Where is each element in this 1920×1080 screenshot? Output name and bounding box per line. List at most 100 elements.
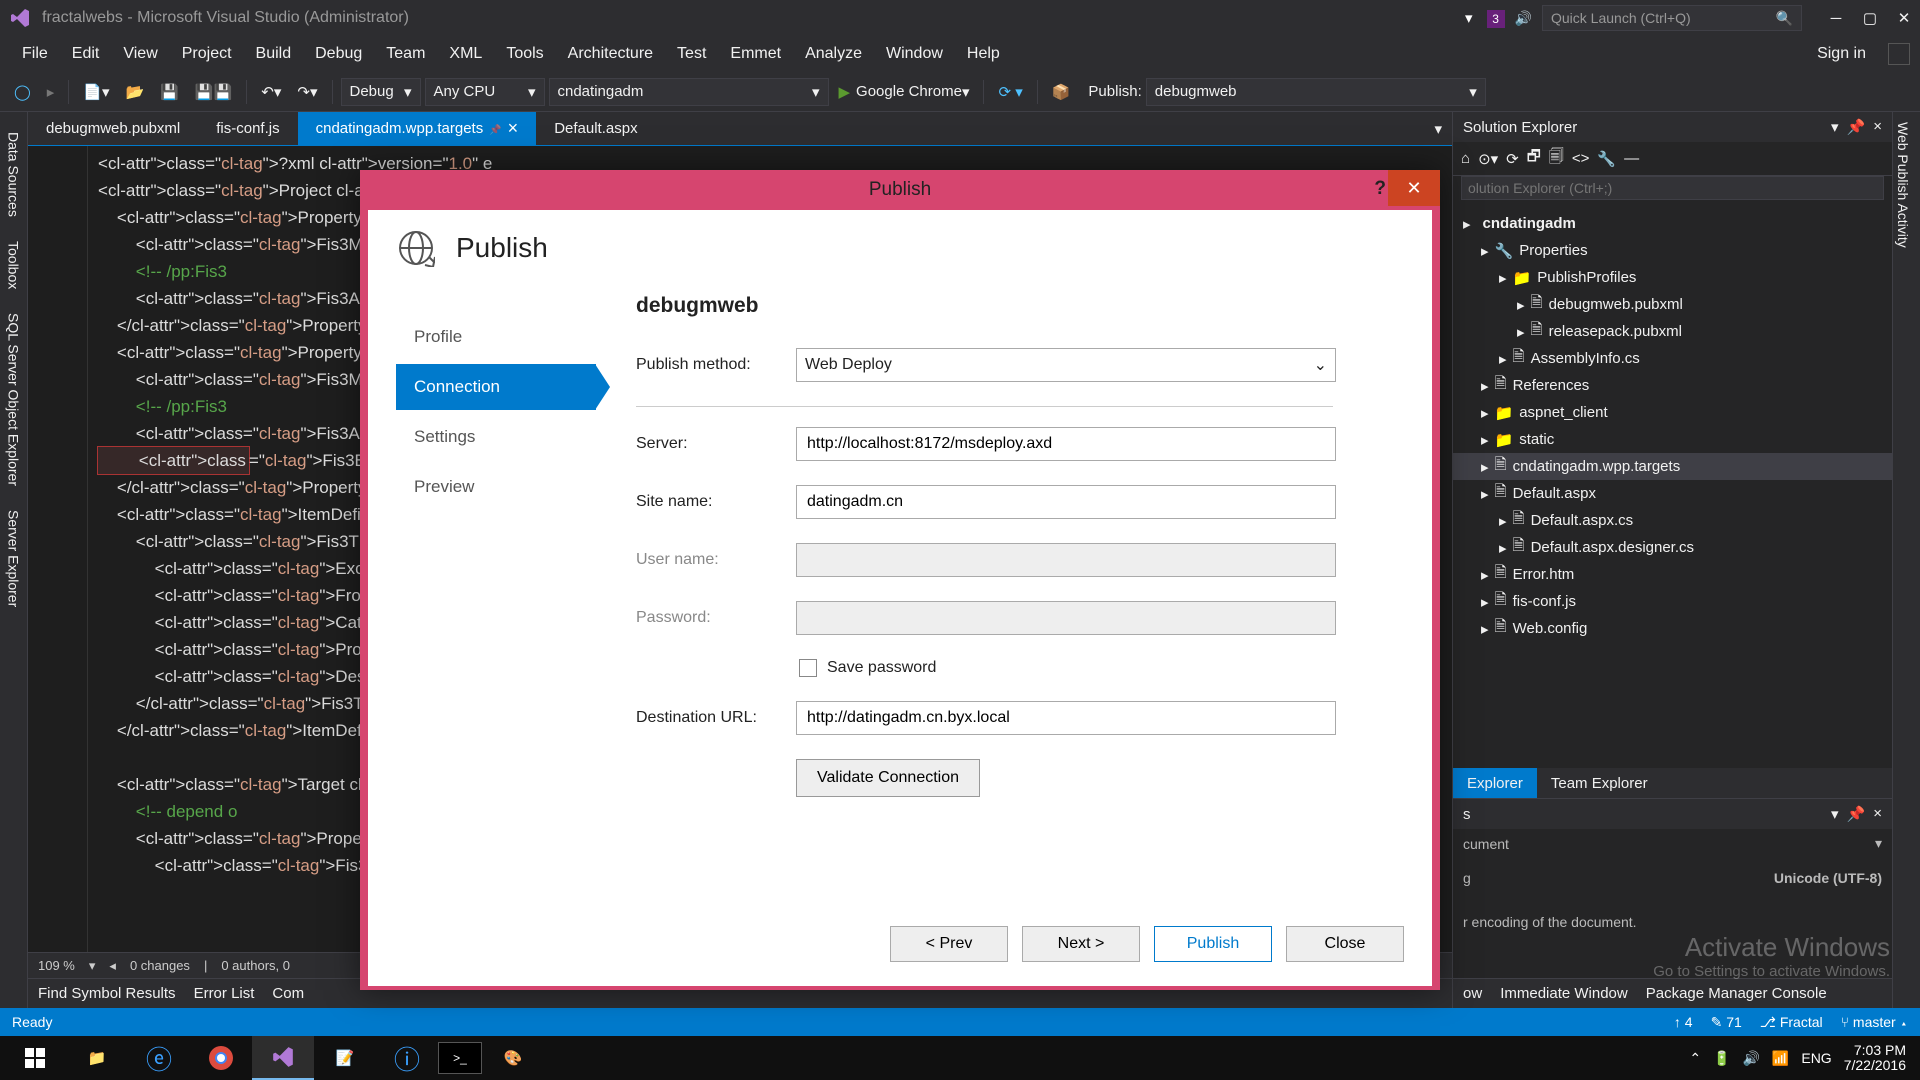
destination-input[interactable]: [796, 701, 1336, 735]
network-icon[interactable]: 📶: [1772, 1050, 1789, 1067]
tree-row[interactable]: ▸releasepack.pubxml: [1453, 318, 1892, 345]
next-button[interactable]: Next >: [1022, 926, 1140, 962]
tab-overflow-icon[interactable]: ▾: [1424, 112, 1452, 145]
props-icon[interactable]: 🔧: [1597, 150, 1616, 168]
menu-tools[interactable]: Tools: [494, 36, 555, 72]
avatar-placeholder[interactable]: [1888, 43, 1910, 65]
preview-icon[interactable]: —: [1624, 150, 1639, 167]
tab-pkg-console[interactable]: Package Manager Console: [1646, 985, 1827, 1002]
code-icon[interactable]: <>: [1572, 150, 1590, 167]
run-button[interactable]: Google Chrome ▾: [833, 78, 976, 106]
menu-debug[interactable]: Debug: [303, 36, 374, 72]
menu-edit[interactable]: Edit: [60, 36, 112, 72]
ie-icon[interactable]: ⓔ: [128, 1036, 190, 1080]
close-button[interactable]: Close: [1286, 926, 1404, 962]
repo-icon[interactable]: ⎇ Fractal: [1760, 1014, 1823, 1031]
quick-launch-input[interactable]: Quick Launch (Ctrl+Q) 🔍: [1542, 5, 1802, 31]
sync-icon[interactable]: 🗗: [1527, 146, 1541, 171]
refresh-icon[interactable]: ⟳: [1506, 150, 1519, 168]
menu-xml[interactable]: XML: [437, 36, 494, 72]
pending-up-icon[interactable]: ↑ 4: [1674, 1014, 1693, 1030]
menu-team[interactable]: Team: [374, 36, 437, 72]
tab-team-explorer[interactable]: Team Explorer: [1537, 768, 1662, 798]
pin-icon[interactable]: [489, 120, 501, 137]
tab-immediate[interactable]: Immediate Window: [1500, 985, 1628, 1002]
show-all-icon[interactable]: 🗐: [1549, 146, 1564, 171]
tree-row[interactable]: ▸Default.aspx.designer.cs: [1453, 534, 1892, 561]
tree-row[interactable]: ▸aspnet_client: [1453, 399, 1892, 426]
dialog-titlebar[interactable]: Publish ? ✕: [360, 170, 1440, 210]
menu-analyze[interactable]: Analyze: [793, 36, 874, 72]
solution-tree[interactable]: ▸cndatingadm▸Properties▸PublishProfiles▸…: [1453, 206, 1892, 768]
menu-file[interactable]: File: [10, 36, 60, 72]
battery-icon[interactable]: 🔋: [1713, 1050, 1730, 1067]
publish-icon[interactable]: 📦: [1046, 78, 1077, 106]
tab-sow[interactable]: ow: [1463, 985, 1482, 1002]
dialog-help-icon[interactable]: ?: [1374, 178, 1386, 200]
publish-button[interactable]: Publish: [1154, 926, 1272, 962]
tree-row[interactable]: ▸debugmweb.pubxml: [1453, 291, 1892, 318]
dialog-close-button[interactable]: ✕: [1388, 170, 1440, 206]
maximize-button[interactable]: ▢: [1860, 8, 1880, 28]
flag-notif-icon[interactable]: ▾3: [1465, 9, 1505, 28]
side-data-sources[interactable]: Data Sources: [4, 122, 24, 227]
tab-command[interactable]: Com: [272, 985, 304, 1002]
tab-find-results[interactable]: Find Symbol Results: [38, 985, 176, 1002]
menu-view[interactable]: View: [111, 36, 169, 72]
side-web-publish[interactable]: Web Publish Activity: [1893, 112, 1913, 258]
cmd-icon[interactable]: >_: [438, 1042, 482, 1074]
tree-row[interactable]: ▸Error.htm: [1453, 561, 1892, 588]
tree-row[interactable]: ▸cndatingadm: [1453, 210, 1892, 237]
menu-architecture[interactable]: Architecture: [556, 36, 665, 72]
home-icon[interactable]: ⌂: [1461, 150, 1470, 167]
panel-pin-icon[interactable]: 📌: [1847, 118, 1866, 136]
redo-icon[interactable]: ↷▾: [291, 78, 323, 106]
help-icon[interactable]: ⓘ: [376, 1036, 438, 1080]
paint-icon[interactable]: 🎨: [482, 1036, 544, 1080]
prev-button[interactable]: < Prev: [890, 926, 1008, 962]
tree-row[interactable]: ▸fis-conf.js: [1453, 588, 1892, 615]
notepad-icon[interactable]: 📝: [314, 1036, 376, 1080]
nav-preview[interactable]: Preview: [396, 464, 596, 510]
config-combo[interactable]: Debug▾: [341, 78, 421, 106]
clock[interactable]: 7:03 PM 7/22/2016: [1844, 1043, 1906, 1074]
side-server-explorer[interactable]: Server Explorer: [4, 500, 24, 617]
visual-studio-icon[interactable]: [252, 1036, 314, 1080]
menu-emmet[interactable]: Emmet: [718, 36, 793, 72]
branch-icon[interactable]: ⑂ master ▴: [1841, 1014, 1908, 1030]
menu-project[interactable]: Project: [170, 36, 244, 72]
close-button[interactable]: ✕: [1894, 8, 1914, 28]
site-input[interactable]: [796, 485, 1336, 519]
tab-solution-explorer[interactable]: Explorer: [1453, 768, 1537, 798]
nav-fwd-icon[interactable]: ▸: [41, 78, 61, 106]
panel-dropdown-icon[interactable]: ▾: [1831, 118, 1839, 136]
file-tab[interactable]: Default.aspx: [536, 112, 655, 145]
tree-row[interactable]: ▸Default.aspx.cs: [1453, 507, 1892, 534]
nav-settings[interactable]: Settings: [396, 414, 596, 460]
menu-help[interactable]: Help: [955, 36, 1012, 72]
tree-row[interactable]: ▸Properties: [1453, 237, 1892, 264]
tree-row[interactable]: ▸PublishProfiles: [1453, 264, 1892, 291]
side-toolbox[interactable]: Toolbox: [4, 231, 24, 299]
chrome-icon[interactable]: [190, 1036, 252, 1080]
menu-build[interactable]: Build: [244, 36, 304, 72]
lang-indicator[interactable]: ENG: [1801, 1050, 1831, 1066]
startup-combo[interactable]: cndatingadm▾: [549, 78, 829, 106]
menu-test[interactable]: Test: [665, 36, 718, 72]
close-tab-icon[interactable]: [508, 118, 519, 139]
nav-profile[interactable]: Profile: [396, 314, 596, 360]
feedback-icon[interactable]: 🔊: [1515, 10, 1532, 27]
panel-close-icon[interactable]: ×: [1873, 118, 1882, 136]
solution-search-input[interactable]: [1453, 176, 1892, 206]
save-password-checkbox[interactable]: [799, 659, 817, 677]
tab-error-list[interactable]: Error List: [194, 985, 255, 1002]
platform-combo[interactable]: Any CPU▾: [425, 78, 545, 106]
collapse-icon[interactable]: ⊙▾: [1478, 150, 1498, 168]
file-tab-active[interactable]: cndatingadm.wpp.targets: [298, 112, 537, 145]
nav-connection[interactable]: Connection: [396, 364, 596, 410]
file-tab[interactable]: debugmweb.pubxml: [28, 112, 198, 145]
publish-method-select[interactable]: Web Deploy⌄: [796, 348, 1336, 382]
new-project-icon[interactable]: 📄▾: [77, 78, 115, 106]
pending-edit-icon[interactable]: ✎ 71: [1711, 1014, 1742, 1031]
tree-row[interactable]: ▸cndatingadm.wpp.targets: [1453, 453, 1892, 480]
